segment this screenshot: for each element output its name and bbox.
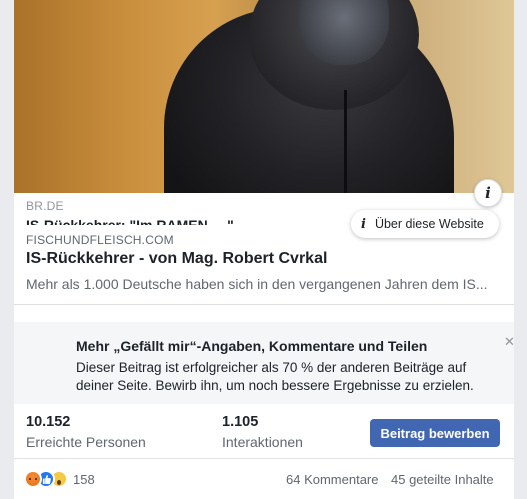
reactions-summary[interactable]: 158 [24, 470, 95, 488]
image-zipper [344, 90, 347, 193]
preview-source: BR.DE [26, 199, 64, 213]
divider [14, 304, 514, 305]
interactions-value: 1.105 [222, 414, 259, 430]
about-website-tooltip[interactable]: i Über diese Website [351, 210, 499, 238]
link-domain: FISCHUNDFLEISCH.COM [26, 233, 174, 247]
promo-title: Mehr „Gefällt mir“-Angaben, Kommentare u… [76, 338, 428, 354]
reach-value: 10.152 [26, 414, 71, 430]
angry-reaction-icon [24, 470, 42, 488]
obscured-headline: IS-Rückkehrer: "Im RAMEN ... " ... [26, 217, 250, 225]
link-preview-image[interactable] [14, 0, 514, 193]
post-card: BR.DE IS-Rückkehrer: "Im RAMEN ... " ...… [14, 0, 514, 499]
boost-promo-box: Mehr „Gefällt mir“-Angaben, Kommentare u… [14, 322, 514, 404]
reach-label: Erreichte Personen [26, 434, 146, 450]
shares-count[interactable]: 45 geteilte Inhalte [391, 472, 494, 487]
divider [14, 458, 514, 459]
info-icon[interactable]: i [474, 179, 502, 207]
tooltip-label: Über diese Website [374, 217, 484, 231]
boost-post-button[interactable]: Beitrag bewerben [370, 419, 500, 447]
interactions-label: Interaktionen [222, 434, 303, 450]
link-title[interactable]: IS-Rückkehrer - von Mag. Robert Cvrkal [26, 250, 327, 268]
comments-count[interactable]: 64 Kommentare [286, 472, 379, 487]
info-icon: i [361, 216, 366, 232]
promo-text: Dieser Beitrag ist erfolgreicher als 70 … [76, 360, 474, 393]
link-description: Mehr als 1.000 Deutsche haben sich in de… [26, 276, 488, 292]
reaction-count: 158 [73, 471, 95, 487]
close-icon[interactable]: ✕ [504, 334, 514, 350]
